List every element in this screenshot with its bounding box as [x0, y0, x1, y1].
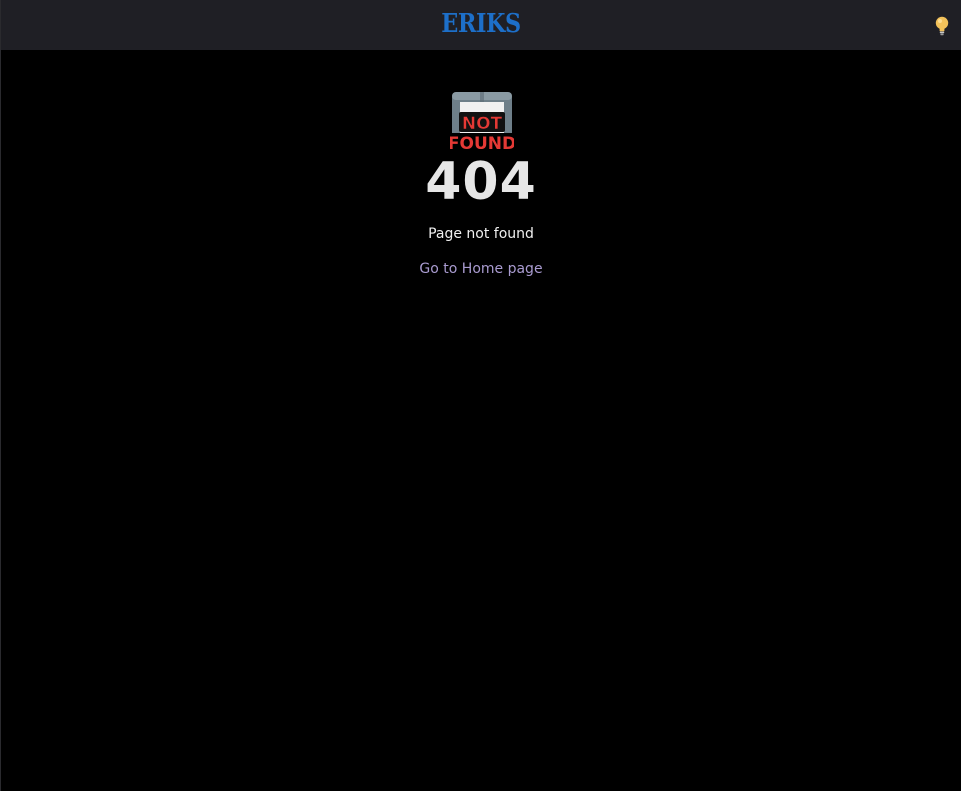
home-page-link[interactable]: Go to Home page [419, 259, 542, 279]
error-message: Page not found [428, 226, 534, 242]
lightbulb-icon [935, 16, 949, 36]
not-found-phone-icon: NOT FOUND [448, 92, 516, 154]
not-label: NOT [462, 114, 503, 134]
not-found-illustration: NOT FOUND [448, 90, 516, 154]
theme-toggle-button[interactable] [933, 15, 951, 37]
error-code: 404 [425, 152, 537, 212]
top-bar: ERIKS [1, 0, 961, 50]
brand-logo[interactable]: ERIKS [441, 9, 521, 39]
page: ERIKS NOT FOUND 404 Page not found Go to… [0, 0, 961, 791]
